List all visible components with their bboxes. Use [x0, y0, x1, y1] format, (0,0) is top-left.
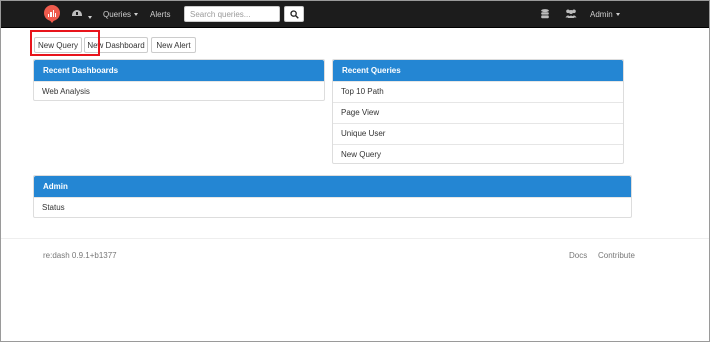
query-list-item[interactable]: New Query	[333, 144, 623, 165]
logo-pin-tip	[48, 18, 56, 23]
recent-dashboards-panel: Recent Dashboards Web Analysis	[33, 59, 325, 101]
recent-dashboards-title: Recent Dashboards	[34, 60, 324, 81]
database-icon[interactable]	[541, 9, 549, 19]
queries-menu-label: Queries	[103, 10, 132, 19]
query-list-item[interactable]: Page View	[333, 102, 623, 123]
recent-queries-title: Recent Queries	[333, 60, 623, 81]
alerts-link[interactable]: Alerts	[150, 10, 170, 19]
admin-panel: Admin Status	[33, 175, 632, 218]
user-menu[interactable]: Admin	[590, 10, 620, 19]
users-icon[interactable]	[565, 9, 577, 18]
user-menu-label: Admin	[590, 10, 613, 19]
chevron-down-icon	[134, 13, 139, 17]
footer-divider	[1, 238, 709, 239]
query-list-item[interactable]: Unique User	[333, 123, 623, 144]
dashboards-dropdown[interactable]	[85, 13, 92, 22]
chevron-down-icon	[615, 13, 620, 17]
search-icon	[290, 10, 299, 19]
top-navbar: Queries Alerts Admin	[1, 1, 709, 28]
footer-contribute-link[interactable]: Contribute	[598, 251, 635, 260]
footer-version: re:dash 0.9.1+b1377	[43, 251, 117, 260]
highlight-box	[30, 30, 100, 56]
recent-queries-panel: Recent Queries Top 10 Path Page View Uni…	[332, 59, 624, 164]
new-alert-button[interactable]: New Alert	[151, 37, 196, 53]
search-button[interactable]	[284, 6, 304, 22]
footer-docs-link[interactable]: Docs	[569, 251, 587, 260]
admin-panel-title: Admin	[34, 176, 631, 197]
dashboards-icon[interactable]	[72, 10, 82, 16]
query-list-item[interactable]: Top 10 Path	[333, 81, 623, 102]
admin-list-item-status[interactable]: Status	[34, 197, 631, 218]
dashboard-list-item[interactable]: Web Analysis	[34, 81, 324, 102]
search-input[interactable]	[184, 6, 280, 22]
chevron-down-icon	[88, 16, 92, 20]
queries-menu[interactable]: Queries	[103, 10, 139, 19]
